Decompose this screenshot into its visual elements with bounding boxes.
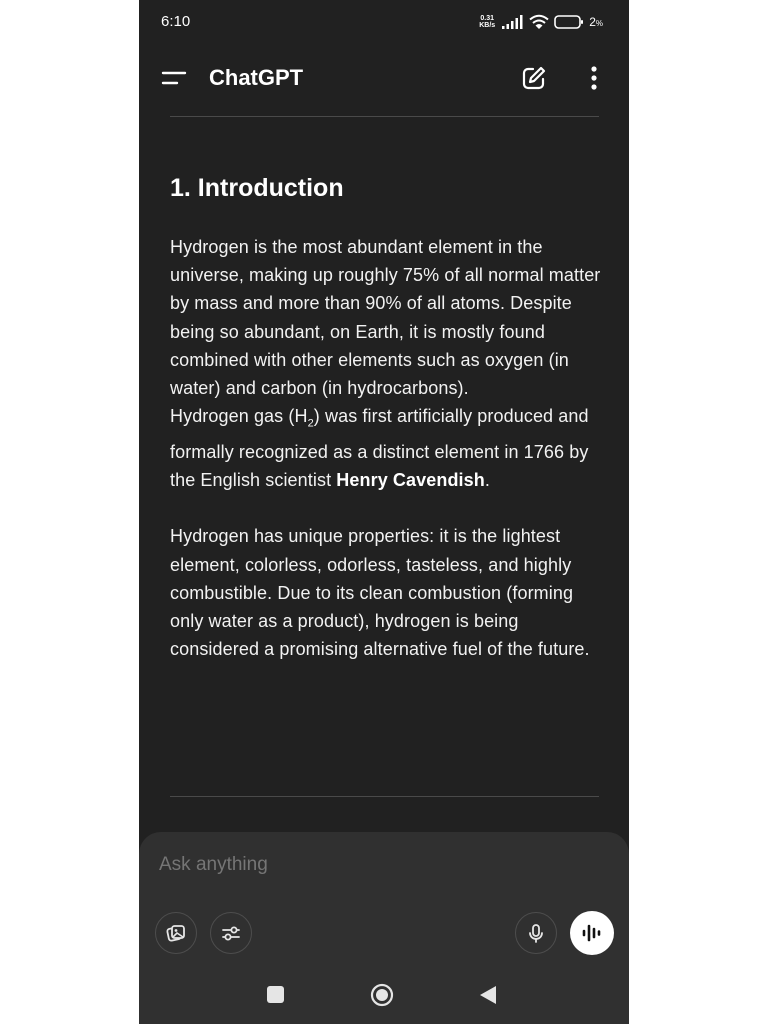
paragraph-properties: Hydrogen has unique properties: it is th… (170, 526, 590, 660)
network-speed-value: 0.31 (480, 15, 494, 22)
paragraph-intro-text: Hydrogen is the most abundant element in… (170, 237, 601, 399)
ask-input[interactable] (159, 852, 559, 878)
signal-icon (502, 15, 523, 29)
battery-icon (554, 15, 584, 29)
header-divider (170, 116, 599, 117)
section-title: 1. Introduction (170, 174, 344, 202)
phone-screen: 6:10 0.31 KB/s 2% ChatGPT 1. Introductio… (139, 0, 629, 1024)
tools-button[interactable] (210, 912, 252, 954)
back-triangle-icon[interactable] (478, 984, 498, 1006)
assistant-message: 1. Introduction Hydrogen is the most abu… (170, 160, 610, 663)
network-speed-unit: KB/s (479, 22, 496, 29)
app-header: ChatGPT (139, 52, 629, 104)
app-title: ChatGPT (209, 65, 304, 90)
system-navigation-bar (139, 966, 629, 1024)
mic-button[interactable] (515, 912, 557, 954)
voice-waveform-icon (582, 924, 601, 942)
paragraph-intro: Hydrogen is the most abundant element in… (170, 233, 610, 494)
battery-percent: 2% (589, 15, 603, 29)
new-chat-edit-icon[interactable] (520, 64, 548, 92)
voice-mode-button[interactable] (570, 911, 614, 955)
network-speed: 0.31 KB/s (477, 15, 497, 29)
photos-icon (166, 925, 185, 942)
menu-icon[interactable] (161, 68, 187, 88)
home-circle-icon[interactable] (370, 983, 394, 1007)
content-divider (170, 796, 599, 797)
mic-icon (529, 924, 543, 943)
more-vertical-icon[interactable] (580, 64, 608, 92)
paragraph-history-start: Hydrogen gas (H (170, 406, 308, 427)
status-time: 6:10 (161, 13, 191, 30)
bold-name: Henry Cavendish (336, 470, 485, 491)
wifi-icon (529, 14, 549, 29)
recents-square-icon[interactable] (267, 986, 284, 1003)
photos-button[interactable] (155, 912, 197, 954)
battery-percent-unit: % (595, 19, 603, 28)
status-bar: 6:10 0.31 KB/s 2% (139, 0, 629, 44)
paragraph-history-end: . (484, 470, 490, 491)
battery-percent-value: 2 (589, 15, 596, 29)
sliders-icon (222, 926, 240, 941)
status-indicators: 0.31 KB/s 2% (477, 12, 603, 32)
